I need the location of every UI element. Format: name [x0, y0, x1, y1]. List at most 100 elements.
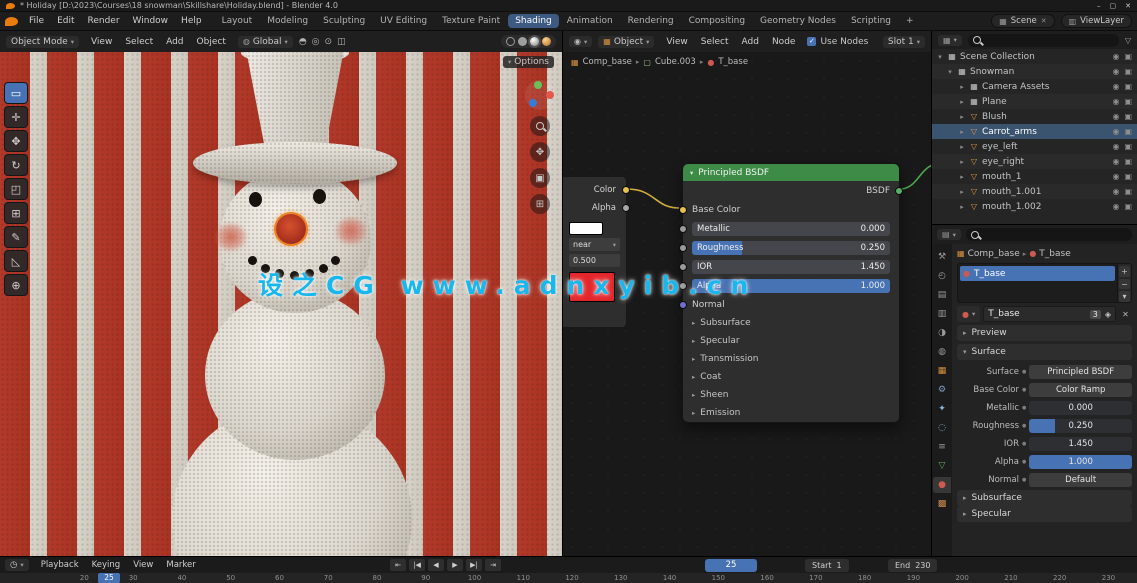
start-frame-field[interactable]: Start 1: [805, 559, 849, 572]
maximize-button[interactable]: ▢: [1110, 2, 1117, 10]
scene-selector[interactable]: ▦ Scene ✕: [991, 14, 1054, 28]
timeline-menu-item[interactable]: Keying: [86, 558, 127, 572]
disable-in-render-icon[interactable]: ▣: [1124, 82, 1132, 91]
workspace-tab[interactable]: Layout: [215, 14, 260, 28]
animate-decorator-icon[interactable]: ●: [1022, 387, 1026, 393]
ortho-grid-icon[interactable]: ⊞: [530, 194, 550, 214]
rendered-shading-icon[interactable]: [542, 37, 551, 46]
disable-in-render-icon[interactable]: ▣: [1124, 127, 1132, 136]
tab-render[interactable]: ◴: [933, 268, 951, 284]
workspace-tab[interactable]: Geometry Nodes: [753, 14, 843, 28]
shader-type-select[interactable]: ▦Object▾: [598, 36, 654, 48]
hide-in-viewport-icon[interactable]: ◉: [1112, 172, 1119, 181]
colorramp-node[interactable]: Color Alpha near▾ 0.500: [563, 176, 627, 328]
hide-in-viewport-icon[interactable]: ◉: [1112, 202, 1119, 211]
tab-scene[interactable]: ◑: [933, 325, 951, 341]
snowman-object[interactable]: [0, 52, 562, 556]
tab-constraints[interactable]: ≡: [933, 439, 951, 455]
property-widget[interactable]: Color Ramp: [1029, 383, 1132, 397]
disable-in-render-icon[interactable]: ▣: [1124, 67, 1132, 76]
tool-scale[interactable]: ◰: [4, 178, 28, 200]
editor-type-select[interactable]: ◉▾: [569, 36, 592, 47]
browse-material-icon[interactable]: ●▾: [957, 306, 980, 322]
topbar-menu-item[interactable]: Render: [82, 14, 126, 28]
expand-icon[interactable]: ▸: [958, 143, 966, 151]
tool-rotate[interactable]: ↻: [4, 154, 28, 176]
topbar-menu-item[interactable]: Window: [127, 14, 175, 28]
hide-in-viewport-icon[interactable]: ◉: [1112, 157, 1119, 166]
workspace-tab[interactable]: Sculpting: [316, 14, 372, 28]
interpolation-select[interactable]: near▾: [569, 238, 620, 251]
orientation-select[interactable]: ◍ Global ▾: [238, 36, 293, 48]
animate-decorator-icon[interactable]: ●: [1022, 369, 1026, 375]
slot-specials-icon[interactable]: ▾: [1119, 291, 1130, 302]
properties-search-input[interactable]: [966, 228, 1132, 241]
property-widget[interactable]: 0.250: [1029, 419, 1132, 433]
animate-decorator-icon[interactable]: ●: [1022, 405, 1026, 411]
disable-in-render-icon[interactable]: ▣: [1124, 202, 1132, 211]
tab-modifiers[interactable]: ⚙: [933, 382, 951, 398]
expand-icon[interactable]: ▸: [958, 173, 966, 181]
node-collapsed-section[interactable]: ▸ Emission: [683, 404, 899, 422]
collapsed-section-header[interactable]: ▸ Subsurface: [957, 490, 1132, 506]
navigation-gizmo[interactable]: [525, 80, 555, 110]
tool-measure[interactable]: ◺: [4, 250, 28, 272]
outliner-row[interactable]: ▸ eye_right ◉ ▣: [932, 154, 1137, 169]
tab-tool[interactable]: ⚒: [933, 249, 951, 265]
blender-menu-icon[interactable]: [5, 17, 18, 26]
scene-unlink-icon[interactable]: ✕: [1041, 17, 1047, 25]
node-collapsed-section[interactable]: ▸ Coat: [683, 368, 899, 386]
timeline-menu-item[interactable]: Playback: [35, 558, 85, 572]
end-frame-field[interactable]: End 230: [888, 559, 937, 572]
timeline-ruler[interactable]: 2030405060708090100110120130140150160170…: [0, 573, 1137, 583]
shader-menu-item[interactable]: Add: [736, 35, 765, 49]
viewport-canvas[interactable]: ▭✛✥↻◰⊞✎◺⊕ ▾ Options ✥ ▣ ⊞: [0, 52, 562, 556]
tab-object[interactable]: ▦: [933, 363, 951, 379]
pan-hand-icon[interactable]: ✥: [530, 142, 550, 162]
bsdf-output-socket[interactable]: [895, 187, 903, 195]
tab-physics[interactable]: ◌: [933, 420, 951, 436]
outliner-row[interactable]: ▸ Plane ◉ ▣: [932, 94, 1137, 109]
camera-view-icon[interactable]: ▣: [530, 168, 550, 188]
viewport-menu-item[interactable]: Add: [160, 35, 189, 49]
wireframe-shading-icon[interactable]: [506, 37, 515, 46]
expand-icon[interactable]: ▸: [958, 128, 966, 136]
disable-in-render-icon[interactable]: ▣: [1124, 157, 1132, 166]
tab-object-data[interactable]: ▽: [933, 458, 951, 474]
workspace-tab[interactable]: Modeling: [260, 14, 315, 28]
expand-icon[interactable]: ▾: [936, 53, 944, 61]
disable-in-render-icon[interactable]: ▣: [1124, 52, 1132, 61]
remove-slot-button[interactable]: −: [1119, 279, 1130, 290]
minimize-button[interactable]: –: [1097, 2, 1101, 10]
hide-in-viewport-icon[interactable]: ◉: [1112, 142, 1119, 151]
preview-section-header[interactable]: ▸Preview: [957, 325, 1132, 341]
viewport-menu-item[interactable]: Select: [119, 35, 159, 49]
outliner-row[interactable]: ▸ Blush ◉ ▣: [932, 109, 1137, 124]
outliner-row[interactable]: ▾ Scene Collection ◉ ▣: [932, 49, 1137, 64]
tab-view-layer[interactable]: ▥: [933, 306, 951, 322]
output-socket[interactable]: [622, 186, 630, 194]
topbar-menu-item[interactable]: File: [23, 14, 50, 28]
filter-icon[interactable]: ▽: [1125, 36, 1131, 45]
workspace-tab[interactable]: Compositing: [682, 14, 752, 28]
material-slot[interactable]: ● T_base: [960, 266, 1115, 281]
base-color-input[interactable]: Base Color Base Color: [683, 200, 899, 219]
tab-world[interactable]: ◍: [933, 344, 951, 360]
expand-icon[interactable]: ▸: [958, 83, 966, 91]
tab-particles[interactable]: ✦: [933, 401, 951, 417]
tool-add-primitive[interactable]: ⊕: [4, 274, 28, 296]
slot-select[interactable]: Slot 1▾: [883, 36, 925, 48]
add-slot-button[interactable]: +: [1119, 266, 1130, 277]
hide-in-viewport-icon[interactable]: ◉: [1112, 52, 1119, 61]
collapse-icon[interactable]: ▾: [690, 169, 693, 177]
topbar-menu-item[interactable]: Edit: [51, 14, 80, 28]
proportional-edit-icon[interactable]: ◎: [312, 37, 320, 47]
material-users-count[interactable]: 3: [1090, 310, 1101, 319]
shader-menu-item[interactable]: Node: [766, 35, 802, 49]
outliner-row[interactable]: ▾ Snowman ◉ ▣: [932, 64, 1137, 79]
node-collapsed-section[interactable]: ▸ Subsurface: [683, 314, 899, 332]
input-socket[interactable]: [679, 244, 687, 252]
options-dropdown[interactable]: ▾ Options: [503, 56, 554, 68]
output-socket[interactable]: [622, 204, 630, 212]
zoom-icon[interactable]: [530, 116, 550, 136]
